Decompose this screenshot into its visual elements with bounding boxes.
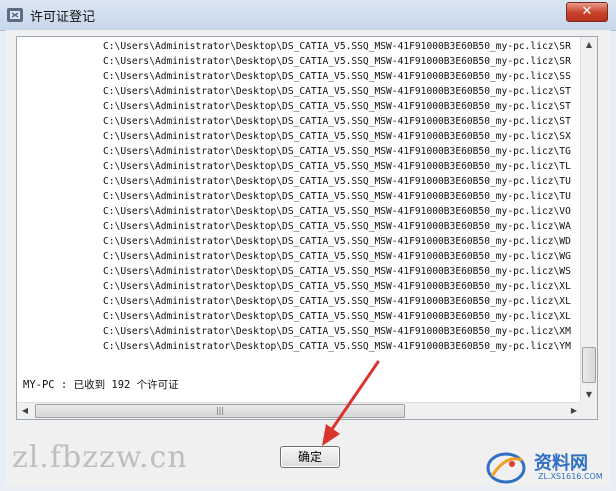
vertical-scroll-thumb[interactable] xyxy=(582,347,596,383)
license-path-row: C:\Users\Administrator\Desktop\DS_CATIA_… xyxy=(103,161,571,172)
license-path-row: C:\Users\Administrator\Desktop\DS_CATIA_… xyxy=(103,56,571,67)
license-path-row: C:\Users\Administrator\Desktop\DS_CATIA_… xyxy=(103,206,571,217)
horizontal-scrollbar[interactable]: ◀ ||| ▶ xyxy=(17,402,582,419)
license-path-row: C:\Users\Administrator\Desktop\DS_CATIA_… xyxy=(103,116,571,127)
watermark-text: zl.fbzzw.cn xyxy=(12,440,188,475)
license-path-row: C:\Users\Administrator\Desktop\DS_CATIA_… xyxy=(103,191,571,202)
app-icon xyxy=(7,8,23,22)
ok-button[interactable]: 确定 xyxy=(280,446,340,468)
vertical-scrollbar[interactable]: ▲ ▼ xyxy=(580,37,597,403)
license-log-listbox[interactable]: C:\Users\Administrator\Desktop\DS_CATIA_… xyxy=(16,36,598,420)
watermark-logo-url: ZL.XS1616.COM xyxy=(538,472,603,481)
horizontal-scroll-thumb[interactable]: ||| xyxy=(35,404,405,418)
license-path-row: C:\Users\Administrator\Desktop\DS_CATIA_… xyxy=(103,266,571,277)
license-path-row: C:\Users\Administrator\Desktop\DS_CATIA_… xyxy=(103,146,571,157)
license-path-row: C:\Users\Administrator\Desktop\DS_CATIA_… xyxy=(103,131,571,142)
scroll-up-icon[interactable]: ▲ xyxy=(581,37,597,53)
license-path-row: C:\Users\Administrator\Desktop\DS_CATIA_… xyxy=(103,296,571,307)
license-path-row: C:\Users\Administrator\Desktop\DS_CATIA_… xyxy=(103,41,571,52)
scrollbar-corner xyxy=(580,402,597,419)
license-path-row: C:\Users\Administrator\Desktop\DS_CATIA_… xyxy=(103,236,571,247)
license-path-row: C:\Users\Administrator\Desktop\DS_CATIA_… xyxy=(103,281,571,292)
scroll-left-icon[interactable]: ◀ xyxy=(17,403,33,419)
license-path-row: C:\Users\Administrator\Desktop\DS_CATIA_… xyxy=(103,86,571,97)
scroll-down-icon[interactable]: ▼ xyxy=(581,387,597,403)
license-path-row: C:\Users\Administrator\Desktop\DS_CATIA_… xyxy=(103,176,571,187)
close-button[interactable]: ✕ xyxy=(566,2,608,22)
license-path-row: C:\Users\Administrator\Desktop\DS_CATIA_… xyxy=(103,311,571,322)
license-path-list: C:\Users\Administrator\Desktop\DS_CATIA_… xyxy=(103,39,583,354)
license-registration-window: 许可证登记 ✕ C:\Users\Administrator\Desktop\D… xyxy=(0,0,616,491)
license-path-row: C:\Users\Administrator\Desktop\DS_CATIA_… xyxy=(103,221,571,232)
dialog-body: C:\Users\Administrator\Desktop\DS_CATIA_… xyxy=(6,30,610,486)
license-path-row: C:\Users\Administrator\Desktop\DS_CATIA_… xyxy=(103,326,571,337)
title-bar[interactable]: 许可证登记 ✕ xyxy=(0,0,616,31)
license-path-row: C:\Users\Administrator\Desktop\DS_CATIA_… xyxy=(103,101,571,112)
license-path-row: C:\Users\Administrator\Desktop\DS_CATIA_… xyxy=(103,251,571,262)
license-path-row: C:\Users\Administrator\Desktop\DS_CATIA_… xyxy=(103,341,571,352)
summary-text: MY-PC : 已收到 192 个许可证 xyxy=(23,379,179,391)
window-title: 许可证登记 xyxy=(30,10,96,25)
license-path-row: C:\Users\Administrator\Desktop\DS_CATIA_… xyxy=(103,71,571,82)
